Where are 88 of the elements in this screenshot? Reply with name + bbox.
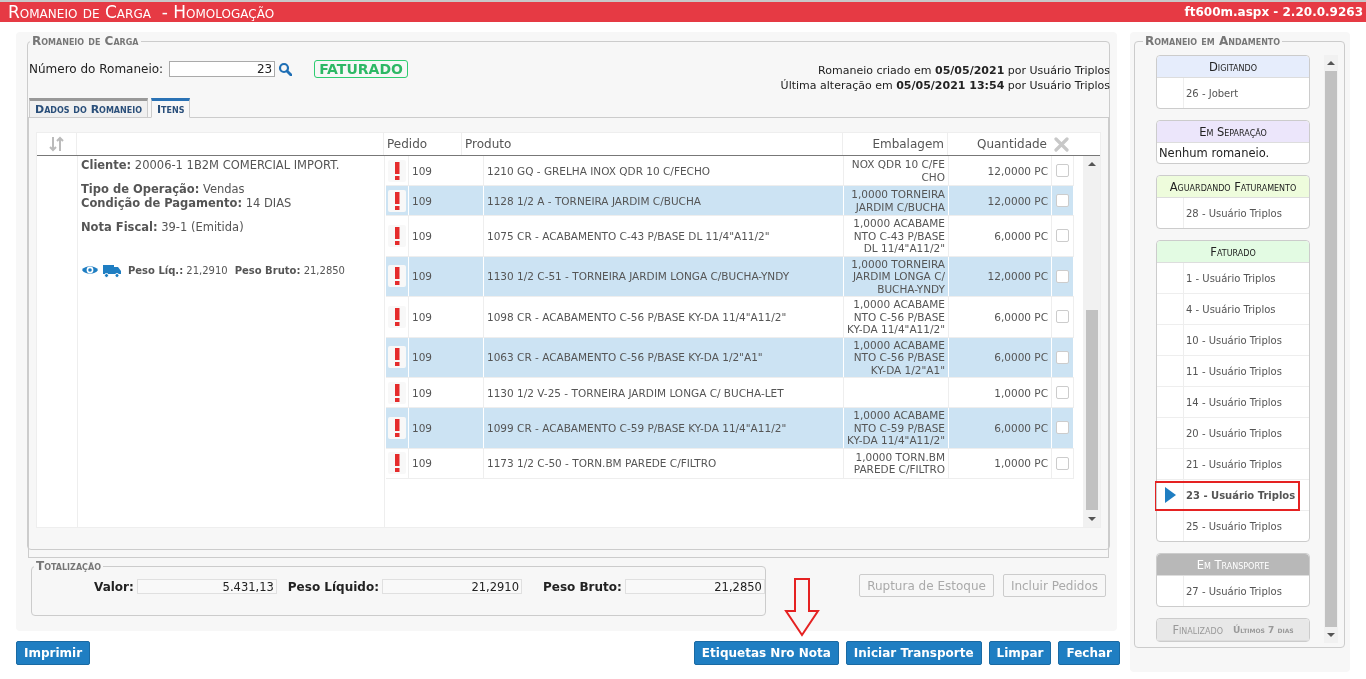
column-header[interactable]: Produto — [461, 133, 842, 155]
table-cell: 109 — [409, 186, 484, 215]
card-title: Aguardando Faturamento — [1169, 179, 1297, 194]
card-title: Em Transporte — [1196, 557, 1270, 572]
table-cell: 1,0000 PC — [949, 448, 1052, 478]
section-title: Romaneio de Carga — [31, 34, 140, 48]
field-label: Peso Bruto: — [542, 579, 622, 594]
table-cell: 6,0000 PC — [949, 216, 1052, 256]
status-badge: FATURADO — [314, 60, 408, 78]
table-cell: 1130 1/2 V-25 - TORNEIRA JARDIM LONGA C/ BUCHA-LET — [484, 378, 844, 407]
total-field: 21,2910 — [381, 579, 522, 594]
list-item[interactable]: 21 - Usuário Triplos — [1157, 449, 1309, 480]
tab[interactable]: Itens — [151, 98, 191, 118]
field-label: Número do Romaneio: — [29, 62, 164, 76]
table-cell: 109 — [409, 378, 484, 407]
window-title: Romaneio de Carga - Homologação — [8, 2, 275, 22]
table-cell: 1,0000 ACABAMENTO C-59 P/BASE KY-DA 11/4"A11/2" — [847, 409, 945, 447]
created-info: Romaneio criado em 05/05/2021 por Usuário Triplos — [818, 64, 1110, 77]
table-cell: 1,0000 ACABAMENTO C-56 P/BASE KY-DA 11/4"A11/2" — [847, 298, 945, 336]
table-cell-text: 1,0000 ACABAMENTO C-43 P/BASE DL 11/4"A11/2" — [852, 217, 945, 255]
list-item[interactable]: 10 - Usuário Triplos — [1157, 325, 1309, 356]
table-cell: 1,0000 PC — [949, 378, 1052, 407]
table-cell: 1128 1/2 A - TORNEIRA JARDIM C/BUCHA — [484, 186, 844, 215]
table-cell: 6,0000 PC — [949, 297, 1052, 337]
list-item[interactable]: 4 - Usuário Triplos — [1157, 294, 1309, 325]
card-title: Digitando — [1209, 59, 1257, 74]
action-button[interactable]: Imprimir — [16, 641, 91, 665]
list-item[interactable]: 25 - Usuário Triplos — [1157, 511, 1309, 541]
card-title: Finalizado — [1172, 622, 1224, 637]
info-text: Nota Fiscal: 39-1 (Emitida) — [81, 220, 245, 234]
list-item[interactable]: 26 - Jobert — [1157, 78, 1309, 108]
field-label: Peso Líquido: — [287, 579, 379, 594]
table-cell: 1130 1/2 C-51 - TORNEIRA JARDIM LONGA C/BUCHA-YNDY — [484, 256, 844, 296]
table-cell: 109 — [409, 297, 484, 337]
column-header[interactable]: Embalagem — [842, 133, 947, 155]
action-button[interactable]: Etiquetas Nro Nota — [693, 641, 839, 665]
list-item[interactable]: 27 - Usuário Triplos — [1157, 576, 1309, 606]
action-button[interactable]: Fechar — [1058, 641, 1120, 665]
section-title: Romaneio em Andamento — [1144, 34, 1282, 48]
table-cell: 109 — [409, 156, 484, 185]
list-item[interactable]: 23 - Usuário Triplos — [1157, 480, 1309, 511]
card-title: Em Separação — [1199, 124, 1267, 139]
table-cell: 1173 1/2 C-50 - TORN.BM PAREDE C/FILTRO — [484, 448, 844, 478]
table-cell: 109 — [409, 256, 484, 296]
empty-text: Nenhum romaneio. — [1158, 145, 1271, 162]
table-cell: 1063 CR - ACABAMENTO C-56 P/BASE KY-DA 1/2"A1" — [484, 337, 844, 377]
modified-info: Última alteração em 05/05/2021 13:54 por Usuário Triplos — [780, 79, 1110, 92]
list-item[interactable]: 1 - Usuário Triplos — [1157, 263, 1309, 294]
version-label: ft600m.aspx - 2.20.0.9263 — [1184, 5, 1363, 19]
action-button[interactable]: Iniciar Transporte — [845, 641, 982, 665]
table-cell-text: 1,0000 TORNEIRA JARDIM C/BUCHA — [850, 188, 945, 213]
table-cell: 12,0000 PC — [949, 256, 1052, 296]
field-label: Valor: — [94, 579, 134, 594]
table-cell: 109 — [409, 216, 484, 256]
table-cell: 109 — [409, 408, 484, 448]
total-field: 5.431,13 — [136, 579, 277, 594]
table-cell-text: 1,0000 TORNEIRA JARDIM LONGA C/BUCHA-YNDY — [850, 257, 945, 295]
card-subtitle: Últimos 7 dias — [1233, 624, 1294, 635]
table-cell-text: 1,0000 TORN.BM PAREDE C/FILTRO — [852, 450, 945, 476]
tab[interactable]: Dados do Romaneio — [29, 98, 148, 118]
table-cell: 1075 CR - ACABAMENTO C-43 P/BASE DL 11/4"A11/2" — [484, 216, 844, 256]
table-cell-text: 1,0000 ACABAMENTO C-56 P/BASE KY-DA 1/2"A1" — [852, 338, 945, 376]
table-cell: 1098 CR - ACABAMENTO C-56 P/BASE KY-DA 11/4"A11/2" — [484, 297, 844, 337]
table-cell: 12,0000 PC — [949, 186, 1052, 215]
section-title: Totalização — [35, 559, 102, 573]
info-text: Cliente: 20006-1 1B2M COMERCIAL IMPORT. — [81, 158, 341, 172]
weight-text: Peso Líq.: 21,2910 — [128, 264, 228, 276]
list-item[interactable]: 28 - Usuário Triplos — [1157, 198, 1309, 228]
list-item[interactable]: 20 - Usuário Triplos — [1157, 418, 1309, 449]
table-cell: 12,0000 PC — [949, 156, 1052, 185]
number-field[interactable]: 23 — [169, 61, 276, 77]
info-text: Condição de Pagamento: 14 DIAS — [81, 196, 293, 210]
column-header[interactable]: Pedido — [384, 133, 461, 155]
table-cell: 109 — [409, 337, 484, 377]
table-cell: 1210 GQ - GRELHA INOX QDR 10 C/FECHO — [484, 156, 844, 185]
column-header[interactable]: Quantidade — [947, 133, 1050, 155]
list-item[interactable]: 14 - Usuário Triplos — [1157, 387, 1309, 418]
total-field: 21,2850 — [624, 579, 765, 594]
table-cell: 109 — [409, 448, 484, 478]
table-cell-text: NOX QDR 10 C/FE CHO — [850, 158, 945, 183]
list-item[interactable]: 11 - Usuário Triplos — [1157, 356, 1309, 387]
info-text: Tipo de Operação: Vendas — [81, 182, 246, 196]
weight-text: Peso Bruto: 21,2850 — [234, 264, 345, 276]
action-button[interactable]: Limpar — [988, 641, 1052, 665]
table-cell: 1099 CR - ACABAMENTO C-59 P/BASE KY-DA 11/4"A11/2" — [484, 408, 844, 448]
table-cell: 6,0000 PC — [949, 408, 1052, 448]
card-title: Faturado — [1210, 244, 1256, 259]
table-cell: 6,0000 PC — [949, 337, 1052, 377]
